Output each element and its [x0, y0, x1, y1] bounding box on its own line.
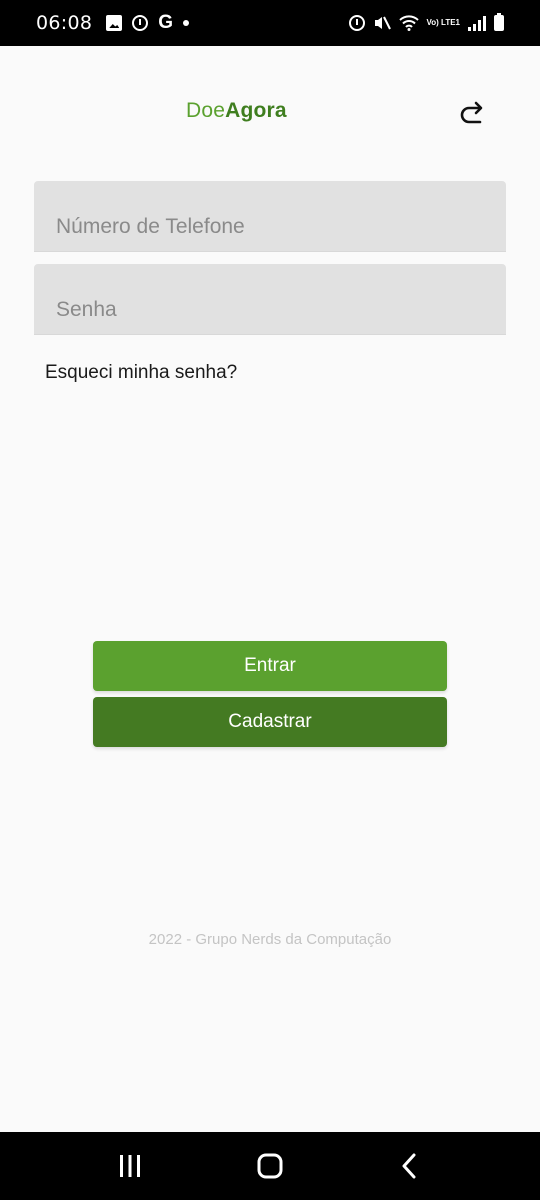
share-forward-icon — [460, 101, 483, 124]
share-button[interactable] — [454, 96, 488, 130]
status-notification-icons: G — [106, 12, 190, 33]
phone-field[interactable] — [34, 181, 506, 252]
volte-icon: Vo) LTE1 — [426, 18, 460, 27]
back-button[interactable] — [380, 1136, 440, 1196]
battery-icon — [494, 13, 504, 31]
signal-icon — [468, 15, 486, 31]
forgot-password-link[interactable]: Esqueci minha senha? — [45, 362, 237, 384]
home-button[interactable] — [240, 1136, 300, 1196]
status-time: 06:08 — [36, 12, 93, 34]
app-header: DoeAgora — [0, 46, 540, 176]
alarm-active-icon — [348, 15, 365, 31]
login-button[interactable]: Entrar — [93, 641, 447, 691]
back-icon — [402, 1153, 416, 1179]
status-system-icons: Vo) LTE1 — [348, 13, 504, 31]
gallery-icon — [106, 15, 123, 31]
system-nav-bar — [0, 1132, 540, 1200]
home-icon — [257, 1153, 283, 1179]
more-notifications-dot-icon — [183, 20, 190, 26]
password-field[interactable] — [34, 264, 506, 335]
status-bar: 06:08 G Vo) LTE1 — [0, 0, 540, 46]
google-icon: G — [158, 12, 174, 33]
phone-input[interactable] — [56, 215, 490, 239]
logo-text-doe: Doe — [186, 99, 226, 122]
app-logo: DoeAgora — [186, 99, 287, 123]
recent-apps-button[interactable] — [100, 1136, 160, 1196]
register-button[interactable]: Cadastrar — [93, 697, 447, 747]
password-input[interactable] — [56, 298, 490, 322]
alarm-icon — [132, 15, 149, 31]
recent-apps-icon — [120, 1155, 140, 1177]
footer-credit: 2022 - Grupo Nerds da Computação — [148, 931, 392, 948]
wifi-icon — [398, 15, 419, 31]
logo-text-agora: Agora — [225, 99, 287, 122]
mute-icon — [373, 15, 391, 31]
